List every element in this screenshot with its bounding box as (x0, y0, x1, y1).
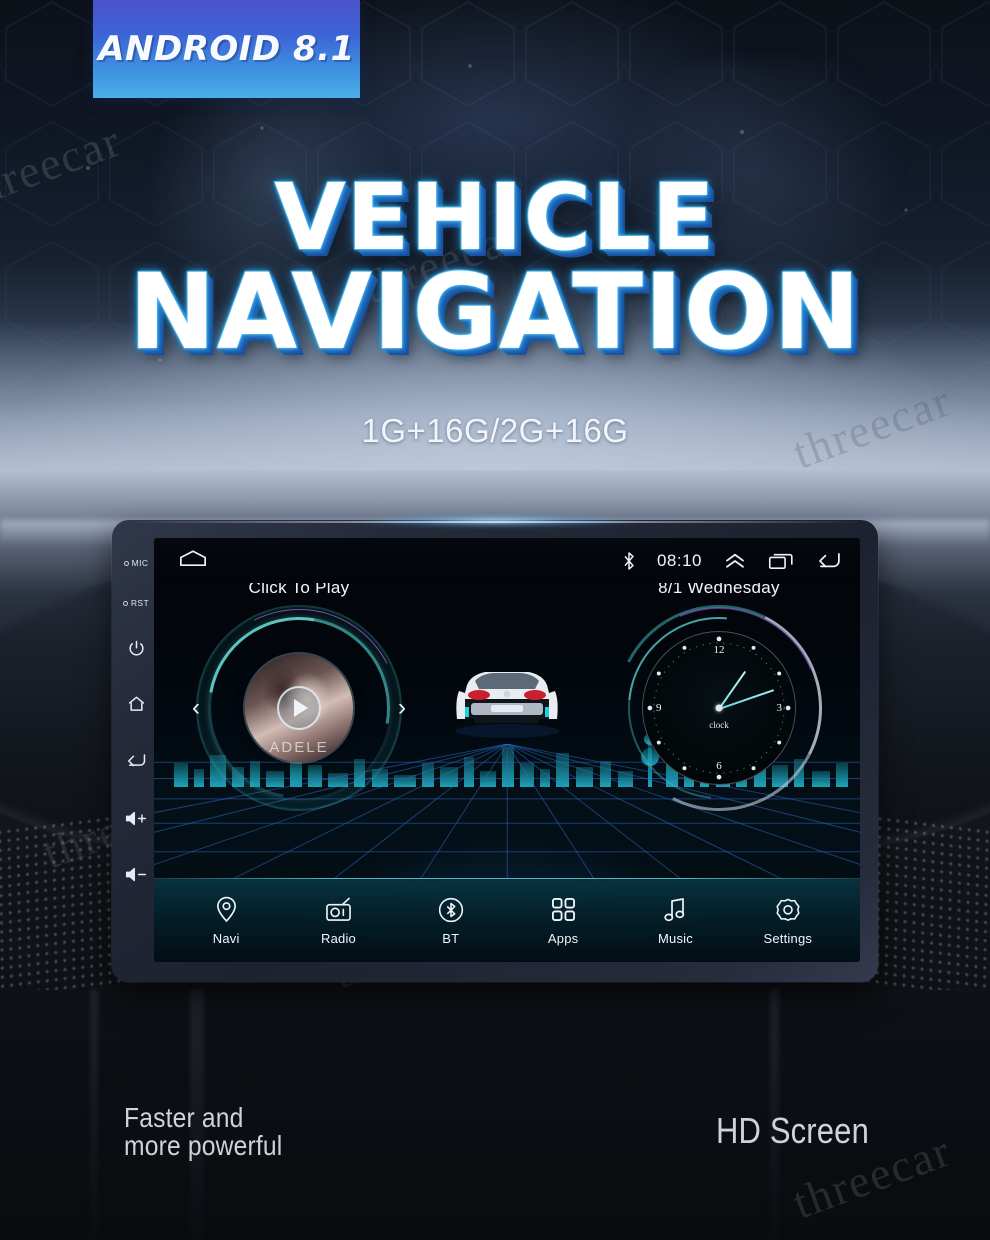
dock-label-settings: Settings (763, 930, 813, 946)
power-icon (127, 639, 146, 658)
android-version-label: ANDROID 8.1 (98, 29, 355, 69)
previous-track-button[interactable]: ‹ (192, 696, 200, 720)
mic-label: MIC (131, 558, 149, 568)
music-note-icon (663, 896, 687, 924)
footer-caption-left: Faster and more powerful (124, 1104, 282, 1160)
play-button[interactable] (277, 686, 321, 730)
back-button[interactable] (125, 742, 147, 778)
hero-title: VEHICLE NAVIGATION (0, 164, 990, 373)
clock-numeral-9: 9 (656, 702, 662, 714)
car-head-unit: MIC RST 08:10 Click To Play ADELE ‹ › 8/… (112, 511, 878, 982)
home-icon (178, 549, 208, 572)
footer-caption-left-line2: more powerful (124, 1130, 283, 1161)
dock-label-radio: Radio (321, 930, 356, 946)
next-track-button[interactable]: › (398, 696, 406, 720)
clock-face: 12 3 6 9 clock (642, 631, 796, 785)
play-icon (294, 699, 308, 717)
gear-icon (775, 896, 801, 924)
statusbar-home-button[interactable] (178, 549, 208, 572)
dock-label-navi: Navi (212, 930, 240, 946)
title-line-1: VEHICLE (273, 164, 716, 271)
back-arrow-icon[interactable] (816, 552, 842, 570)
footer-caption-right: HD Screen (716, 1110, 869, 1151)
car-illustration (441, 647, 573, 739)
home-icon (126, 694, 147, 714)
clock-widget[interactable]: 8/1 Wednesday 12 3 6 9 clock (587, 583, 851, 840)
volume-up-icon (124, 810, 148, 827)
promo-page: threecar threecar threecar threecar thre… (0, 0, 990, 1240)
dock-item-settings[interactable]: Settings (742, 896, 834, 946)
double-chevron-up-icon[interactable] (724, 553, 746, 569)
bluetooth-icon (438, 896, 464, 924)
bezel-top-rim (128, 521, 862, 523)
artist-name: ADELE (269, 739, 329, 756)
reset-button[interactable]: RST (122, 592, 150, 614)
recents-icon[interactable] (768, 552, 794, 570)
volume-down-button[interactable] (124, 856, 148, 892)
mic-button[interactable]: MIC (123, 552, 149, 574)
dock-item-apps[interactable]: Apps (517, 896, 609, 946)
dock-item-music[interactable]: Music (629, 896, 721, 946)
dock-item-bt[interactable]: BT (405, 896, 497, 946)
statusbar-right-group: 08:10 (623, 551, 842, 571)
home-screen: Click To Play ADELE ‹ › 8/1 Wednesday 12… (154, 583, 860, 962)
volume-up-button[interactable] (124, 800, 148, 836)
music-widget-caption: Click To Play (248, 583, 350, 597)
dock-item-radio[interactable]: Radio (292, 896, 384, 946)
dock-label-apps: Apps (547, 930, 579, 946)
date-label: 8/1 Wednesday (658, 583, 780, 597)
bluetooth-icon (623, 551, 635, 570)
dock-label-bt: BT (442, 930, 460, 946)
power-button[interactable] (127, 630, 146, 666)
title-line-2: NAVIGATION (128, 250, 862, 373)
dock-label-music: Music (657, 930, 693, 946)
left-bezel-controls: MIC RST (112, 520, 160, 982)
clock-center-hub (715, 704, 723, 712)
dock-item-navi[interactable]: Navi (180, 896, 272, 946)
touchscreen[interactable]: 08:10 Click To Play ADELE ‹ › 8/1 Wednes… (154, 538, 860, 962)
volume-down-icon (124, 866, 148, 883)
back-arrow-icon (125, 751, 147, 770)
reset-label: RST (130, 598, 150, 608)
android-version-badge: ANDROID 8.1 (93, 0, 360, 98)
statusbar-clock: 08:10 (656, 550, 702, 570)
clock-face-label: clock (709, 720, 729, 731)
footer-caption-left-line1: Faster and (124, 1102, 244, 1133)
grid-apps-icon (551, 896, 576, 924)
memory-spec-subtitle: 1G+16G/2G+16G (361, 412, 629, 449)
clock-numeral-12: 12 (713, 644, 725, 656)
location-pin-icon (215, 896, 238, 924)
reset-indicator-dot (122, 600, 128, 606)
home-button[interactable] (126, 686, 147, 722)
clock-numeral-3: 3 (776, 702, 783, 714)
app-dock: Navi Radio BT Apps Music Settings (154, 878, 860, 962)
clock-numeral-6: 6 (716, 760, 722, 772)
radio-icon (325, 896, 352, 924)
mic-indicator-dot (123, 560, 129, 566)
dashboard-seam-1 (90, 990, 98, 1240)
music-widget[interactable]: Click To Play ADELE ‹ › (172, 583, 426, 835)
status-bar: 08:10 (154, 538, 860, 583)
